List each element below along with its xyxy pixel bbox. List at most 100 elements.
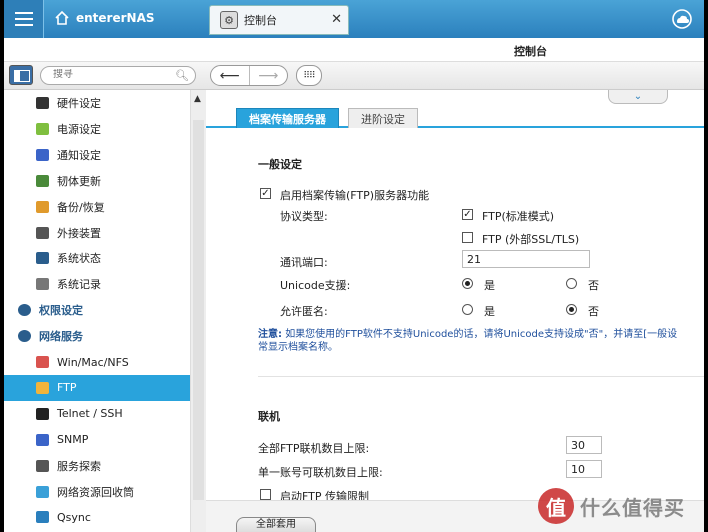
anonymous-no-radio[interactable] — [566, 304, 577, 315]
terminal-icon — [36, 407, 49, 420]
sidebar-item-15[interactable]: 服务探索 — [4, 453, 190, 479]
app-window: entererNAS ⚙ 控制台 ✕ 控制台 🔍︎ ⟵ ⟶ ⠿⠿ ▲ — [4, 0, 704, 532]
top-bar: entererNAS ⚙ 控制台 ✕ — [4, 0, 704, 38]
port-input[interactable]: 21 — [462, 250, 590, 268]
monitor-icon — [36, 252, 49, 265]
control-panel-icon: ⚙ — [220, 11, 238, 29]
forward-button[interactable]: ⟶ — [248, 66, 288, 85]
enable-ftp-checkbox[interactable]: ✓ — [260, 188, 271, 199]
unicode-yes-label: 是 — [484, 279, 495, 292]
watermark-badge: 值 — [538, 488, 574, 524]
discovery-icon — [36, 459, 49, 472]
watermark: 值 什么值得买 — [538, 488, 685, 524]
scroll-thumb[interactable] — [193, 120, 204, 500]
tab-ftp-server[interactable]: 档案传输服务器 — [236, 108, 339, 128]
sidebar-item-label: Telnet / SSH — [57, 407, 123, 421]
connection-heading: 联机 — [258, 410, 280, 423]
search-box[interactable]: 🔍︎ — [40, 66, 196, 85]
snmp-icon — [36, 433, 49, 446]
ftp-standard-label: FTP(标准模式) — [482, 210, 555, 223]
sidebar-item-13[interactable]: Telnet / SSH — [4, 401, 190, 427]
sidebar-item-label: 外接装置 — [57, 226, 101, 240]
sidebar: ▲ 硬件设定 电源设定 通知设定 韧体更新 备份/恢复 外接装置 系统状态 系统记录 权限设定网… — [4, 90, 206, 532]
sidebar-item-12[interactable]: FTP — [4, 374, 190, 401]
sidebar-item-5[interactable]: 备份/恢复 — [4, 194, 190, 220]
search-input[interactable] — [53, 69, 173, 80]
sidebar-item-9[interactable]: 权限设定 — [4, 297, 190, 323]
page-title: 控制台 — [514, 45, 547, 58]
note-prefix: 注意: — [258, 329, 282, 340]
sidebar-item-label: SNMP — [57, 433, 89, 447]
sidebar-item-label: 备份/恢复 — [57, 200, 105, 214]
collapse-button[interactable]: ⌄ — [608, 90, 668, 104]
note-text-continued: 常显示档案名称。 — [258, 342, 338, 353]
sidebar-item-label: Win/Mac/NFS — [57, 355, 129, 369]
tab-label: 控制台 — [244, 14, 277, 27]
scroll-up-icon[interactable]: ▲ — [194, 94, 201, 104]
sidebar-toggle-button[interactable] — [9, 65, 33, 85]
ftp-settings-form: 一般设定 ✓ 启用档案传输(FTP)服务器功能 协议类型: ✓ FTP(标准模式… — [206, 130, 704, 503]
firmware-icon — [36, 174, 49, 187]
sidebar-item-11[interactable]: Win/Mac/NFS — [4, 349, 190, 375]
unicode-no-radio[interactable] — [566, 278, 577, 289]
sidebar-item-10[interactable]: 网络服务 — [4, 323, 190, 349]
general-heading: 一般设定 — [258, 158, 302, 171]
sidebar-item-label: 系统状态 — [57, 252, 101, 266]
per-account-input[interactable]: 10 — [566, 460, 602, 478]
apply-all-button[interactable]: 全部套用 — [236, 517, 316, 532]
ftp-ssl-checkbox[interactable] — [462, 232, 473, 243]
globe-icon — [18, 330, 31, 343]
sidebar-item-17[interactable]: Qsync — [4, 504, 190, 530]
sidebar-item-label: 通知设定 — [57, 148, 101, 162]
cloud-icon[interactable] — [670, 8, 694, 30]
unicode-yes-radio[interactable] — [462, 278, 473, 289]
anonymous-label: 允许匿名: — [280, 305, 328, 318]
sidebar-item-label: FTP — [57, 381, 77, 395]
note-text: 如果您使用的FTP软件不支持Unicode的话，请将Unicode支持设成"否"… — [285, 329, 678, 340]
sidebar-item-8[interactable]: 系统记录 — [4, 271, 190, 297]
sidebar-item-label: 硬件设定 — [57, 97, 101, 110]
sidebar-item-label: 服务探索 — [57, 459, 101, 473]
sidebar-item-1[interactable]: 硬件设定 — [4, 90, 190, 116]
sidebar-item-4[interactable]: 韧体更新 — [4, 168, 190, 194]
notification-icon — [36, 148, 49, 161]
sidebar-scrollbar[interactable]: ▲ — [190, 90, 206, 532]
back-button[interactable]: ⟵ — [211, 66, 249, 85]
sidebar-item-label: 电源设定 — [57, 122, 101, 136]
unicode-no-label: 否 — [588, 279, 599, 292]
grid-menu-button[interactable]: ⠿⠿ — [296, 65, 322, 86]
anonymous-no-label: 否 — [588, 305, 599, 318]
hardware-icon — [36, 97, 49, 109]
unicode-label: Unicode支援: — [280, 279, 351, 292]
protocol-label: 协议类型: — [280, 210, 328, 223]
main-menu-button[interactable] — [4, 0, 44, 38]
ftp-standard-checkbox[interactable]: ✓ — [462, 209, 473, 220]
transfer-limit-checkbox[interactable] — [260, 489, 271, 500]
tab-advanced[interactable]: 进阶设定 — [348, 108, 418, 128]
anonymous-yes-radio[interactable] — [462, 304, 473, 315]
main-panel: ⌄ 档案传输服务器 进阶设定 一般设定 ✓ 启用档案传输(FTP)服务器功能 协… — [206, 90, 704, 532]
enable-ftp-label: 启用档案传输(FTP)服务器功能 — [280, 189, 430, 202]
sidebar-item-2[interactable]: 电源设定 — [4, 116, 190, 142]
close-icon[interactable]: ✕ — [331, 12, 342, 27]
tab-control-panel[interactable]: ⚙ 控制台 ✕ — [209, 5, 349, 35]
backup-icon — [36, 200, 49, 213]
menu-icon-line — [14, 12, 33, 14]
ftp-folder-icon — [36, 381, 49, 394]
menu-icon-line — [14, 24, 33, 26]
sidebar-item-14[interactable]: SNMP — [4, 427, 190, 453]
home-icon — [55, 10, 69, 25]
sidebar-item-16[interactable]: 网络资源回收筒 — [4, 479, 190, 505]
max-ftp-input[interactable]: 30 — [566, 436, 602, 454]
watermark-text: 什么值得买 — [580, 495, 685, 520]
sidebar-item-3[interactable]: 通知设定 — [4, 142, 190, 168]
external-device-icon — [36, 226, 49, 239]
search-icon[interactable]: 🔍︎ — [175, 69, 189, 82]
home-label: entererNAS — [76, 11, 155, 25]
sidebar-item-label: Qsync — [57, 510, 91, 524]
home-button[interactable]: entererNAS — [54, 10, 155, 26]
sidebar-item-7[interactable]: 系统状态 — [4, 245, 190, 271]
per-account-label: 单一账号可联机数目上限: — [258, 466, 383, 479]
toolbar: 🔍︎ ⟵ ⟶ ⠿⠿ — [4, 62, 704, 90]
sidebar-item-6[interactable]: 外接装置 — [4, 220, 190, 246]
